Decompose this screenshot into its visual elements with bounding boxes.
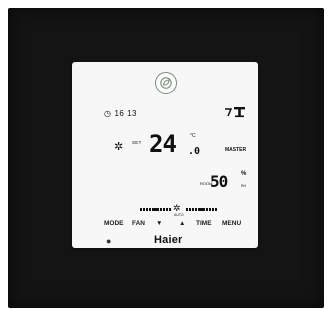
sensor-dot-icon: ● xyxy=(106,236,112,246)
room-humidity: 50 xyxy=(210,172,228,191)
fan-speed-segment xyxy=(154,208,172,211)
thermostat-panel: ◷ 16 13 ✲ SET 24 °C .0 MASTER ROOM 50 % R… xyxy=(72,62,258,248)
temperature-unit: °C xyxy=(190,133,196,139)
fan-icon: ✲ xyxy=(114,141,124,153)
clock-display: ◷ 16 13 xyxy=(104,109,137,118)
eco-leaf-button[interactable] xyxy=(155,72,177,94)
down-button[interactable]: ▼ xyxy=(156,220,162,227)
lcd-display: ◷ 16 13 ✲ SET 24 °C .0 MASTER ROOM 50 % R… xyxy=(100,102,252,217)
humidity-unit: % xyxy=(241,171,247,177)
time-button[interactable]: TIME xyxy=(196,220,212,227)
brand-logo: Haier xyxy=(154,234,183,246)
button-row: MODE FAN ▼ ▲ TIME MENU xyxy=(104,220,244,232)
set-temperature-decimal: .0 xyxy=(188,146,201,157)
leaf-icon xyxy=(160,77,172,89)
fan-speed-segment xyxy=(200,208,218,211)
clock-time: 16 13 xyxy=(114,109,138,118)
fan-speed-bar: ✲ AUTO xyxy=(140,203,220,217)
mode-button[interactable]: MODE xyxy=(104,220,124,227)
brand-row: ● Haier xyxy=(72,234,258,248)
clock-icon: ◷ xyxy=(104,109,112,118)
master-label: MASTER xyxy=(225,147,247,153)
set-temperature: 24 xyxy=(149,130,177,158)
rh-label: RH xyxy=(241,184,247,188)
auto-label: AUTO xyxy=(174,213,184,217)
fan-button[interactable]: FAN xyxy=(132,220,145,227)
set-label: SET xyxy=(132,140,142,145)
up-button[interactable]: ▲ xyxy=(179,220,185,227)
menu-button[interactable]: MENU xyxy=(222,220,241,227)
swing-thermostat-icon xyxy=(225,107,245,118)
